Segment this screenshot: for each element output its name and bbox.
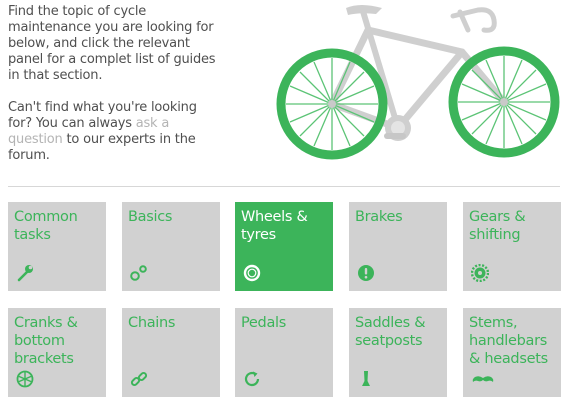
tile-label: Gears & shifting bbox=[469, 209, 526, 243]
tile-wheels-tyres[interactable]: Wheels & tyres bbox=[235, 202, 333, 291]
tile-label: Common tasks bbox=[14, 209, 78, 243]
bubbles-icon bbox=[130, 264, 148, 282]
section-divider bbox=[8, 186, 560, 187]
tile-label: Saddles & seatposts bbox=[355, 315, 426, 349]
intro-help-paragraph: Can't find what you're looking for? You … bbox=[8, 100, 218, 164]
tile-saddles-seatposts[interactable]: Saddles & seatposts bbox=[349, 308, 447, 397]
tile-cranks-bottom-brackets[interactable]: Cranks & bottom brackets bbox=[8, 308, 106, 397]
chainring-icon bbox=[16, 370, 34, 388]
exclamation-circle-icon bbox=[357, 264, 375, 282]
tile-label: Pedals bbox=[241, 315, 287, 331]
refresh-arrow-icon bbox=[243, 370, 261, 388]
cog-icon bbox=[471, 264, 489, 282]
moustache-handlebar-icon bbox=[471, 370, 495, 388]
tile-gears-shifting[interactable]: Gears & shifting bbox=[463, 202, 561, 291]
saddle-icon bbox=[357, 370, 375, 388]
tyre-icon bbox=[243, 264, 261, 282]
bicycle-illustration bbox=[276, 5, 560, 160]
tile-basics[interactable]: Basics bbox=[122, 202, 220, 291]
tile-pedals[interactable]: Pedals bbox=[235, 308, 333, 397]
tile-brakes[interactable]: Brakes bbox=[349, 202, 447, 291]
tile-label: Chains bbox=[128, 315, 176, 331]
tile-label: Wheels & tyres bbox=[241, 209, 308, 243]
tile-stems-handlebars-headsets[interactable]: Stems, handlebars & headsets bbox=[463, 308, 561, 397]
chain-link-icon bbox=[130, 370, 148, 388]
intro-paragraph: Find the topic of cycle maintenance you … bbox=[8, 4, 216, 83]
tile-label: Stems, handlebars & headsets bbox=[469, 315, 548, 367]
tile-label: Brakes bbox=[355, 209, 403, 225]
tile-label: Cranks & bottom brackets bbox=[14, 315, 78, 367]
wrench-icon bbox=[16, 264, 34, 282]
tile-chains[interactable]: Chains bbox=[122, 308, 220, 397]
tile-common-tasks[interactable]: Common tasks bbox=[8, 202, 106, 291]
intro-text: Find the topic of cycle maintenance you … bbox=[8, 4, 218, 180]
tile-label: Basics bbox=[128, 209, 173, 225]
topic-grid: Common tasks Basics Wheels & tyres Brake… bbox=[8, 202, 564, 402]
